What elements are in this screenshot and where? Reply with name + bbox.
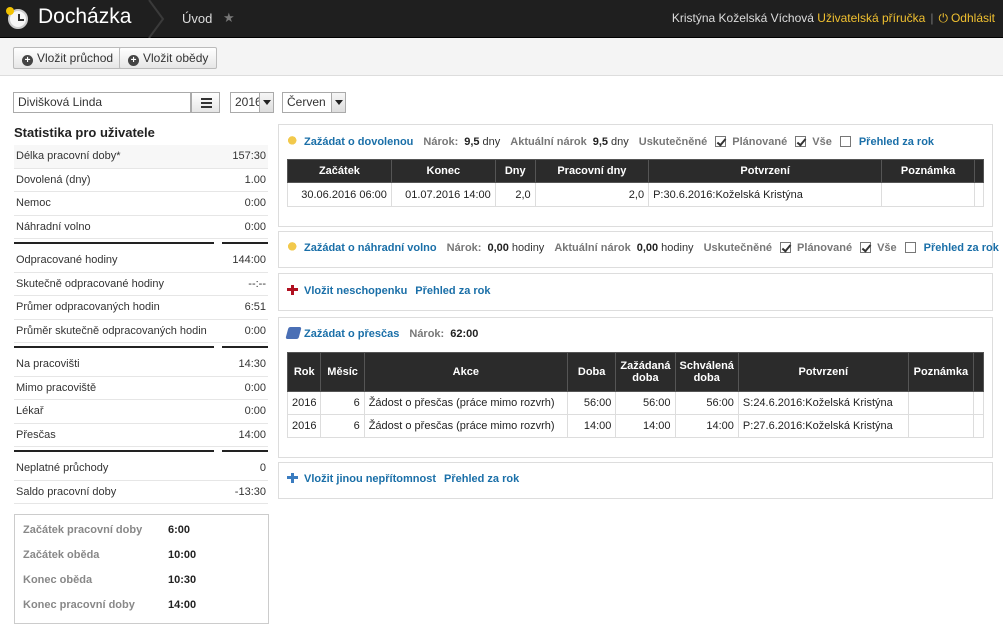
add-sick-leave-link[interactable]: Vložit neschopenku: [304, 285, 407, 297]
overtime-table: Rok Měsíc Akce Doba Zažádaná doba Schvál…: [286, 352, 984, 438]
user-name: Kristýna Koželská Víchová: [671, 11, 814, 25]
stat-row: Průmer odpracovaných hodin 6:51: [14, 296, 268, 320]
stats-table: Délka pracovní doby* 157:30 Dovolená (dny…: [14, 145, 268, 504]
other-year-overview-link[interactable]: Přehled za rok: [444, 473, 519, 485]
stats-title: Statistika pro uživatele: [14, 125, 155, 140]
sick-leave-header: Vložit neschopenku Přehled za rok: [287, 284, 491, 297]
add-lunch-button[interactable]: + Vložit obědy: [119, 47, 218, 69]
column-header[interactable]: Dny: [494, 159, 536, 183]
year-select[interactable]: 2016: [230, 92, 274, 113]
toolbar: + Vložit průchod + Vložit obědy: [0, 38, 1003, 76]
other-absence-panel: Vložit jinou nepřítomnost Přehled za rok: [278, 462, 993, 499]
plus-icon: +: [128, 55, 139, 66]
chevron-down-icon: [259, 93, 273, 112]
logout-link[interactable]: Odhlásit: [951, 11, 995, 25]
column-header[interactable]: Pracovní dny: [534, 159, 650, 183]
column-header[interactable]: Konec: [390, 159, 496, 183]
column-header[interactable]: Zažádaná doba: [615, 352, 676, 392]
stat-row: Neplatné průchody 0: [14, 457, 268, 481]
overtime-header: Zažádat o přesčas Nárok: 62:00: [285, 327, 478, 340]
column-header[interactable]: Akce: [363, 352, 568, 392]
sick-leave-panel: Vložit neschopenku Přehled za rok: [278, 273, 993, 311]
work-times-box: Začátek pracovní doby 6:00 Začátek oběda 1…: [14, 514, 269, 624]
column-header[interactable]: Poznámka: [907, 352, 975, 392]
request-overtime-link[interactable]: Zažádat o přesčas: [304, 328, 399, 340]
power-icon[interactable]: ⏻: [938, 11, 948, 25]
stat-row: Mimo pracoviště 0:00: [14, 377, 268, 400]
stat-row: Odpracované hodiny 144:00: [14, 249, 268, 273]
star-icon[interactable]: ★: [223, 10, 235, 26]
request-comp-leave-link[interactable]: Zažádat o náhradní volno: [304, 242, 437, 254]
column-header[interactable]: Měsíc: [320, 352, 365, 392]
table-row[interactable]: 30.06.2016 06:00 01.07.2016 14:00 2,0 2,…: [287, 182, 985, 207]
vacation-panel: Zažádat o dovolenou Nárok: 9,5 dny Aktuální …: [278, 124, 993, 227]
table-row[interactable]: 2016 6 Žádost o přesčas (práce mimo rozv…: [286, 391, 984, 415]
work-time-row: Začátek pracovní doby 6:00: [23, 524, 191, 536]
sun-icon: [287, 241, 300, 253]
column-header[interactable]: Začátek: [287, 159, 392, 183]
request-vacation-link[interactable]: Zažádat o dovolenou: [304, 136, 413, 148]
stat-row: Lékař 0:00: [14, 400, 268, 424]
employee-list-button[interactable]: [191, 92, 220, 113]
chevron-down-icon: [331, 93, 345, 112]
column-header[interactable]: Rok: [286, 352, 322, 392]
user-area: Kristýna Koželská Víchová Uživatelská př…: [671, 11, 995, 25]
stat-row: Skutečně odpracované hodiny --:--: [14, 273, 268, 296]
stat-row: Délka pracovní doby* 157:30: [14, 145, 268, 169]
all-checkbox[interactable]: [904, 242, 916, 253]
divider: [14, 346, 268, 352]
column-header[interactable]: Doba: [566, 352, 617, 392]
plus-icon: +: [22, 55, 33, 66]
planned-checkbox[interactable]: [860, 242, 872, 253]
stat-row: Průměr skutečně odpracovaných hodin 0:00: [14, 320, 268, 343]
comp-leave-header: Zažádat o náhradní volno Nárok: 0,00 hodiny…: [287, 241, 999, 254]
clock-logo-icon: [6, 7, 28, 29]
vacation-header: Zažádat o dovolenou Nárok: 9,5 dny Aktuální …: [287, 135, 934, 148]
stat-row: Saldo pracovní doby -13:30: [14, 481, 268, 504]
manual-link[interactable]: Uživatelská příručka: [817, 11, 925, 25]
other-absence-header: Vložit jinou nepřítomnost Přehled za rok: [287, 472, 519, 485]
sick-year-overview-link[interactable]: Přehled za rok: [415, 285, 490, 297]
column-header[interactable]: Potvrzení: [648, 159, 883, 183]
comp-leave-panel: Zažádat o náhradní volno Nárok: 0,00 hodiny…: [278, 231, 999, 268]
work-time-row: Konec pracovní doby 14:00: [23, 599, 197, 611]
done-checkbox[interactable]: [780, 242, 792, 253]
divider: [14, 450, 268, 456]
work-time-row: Začátek oběda 10:00: [23, 549, 197, 561]
column-header[interactable]: Schválená doba: [674, 352, 739, 392]
overtime-panel: Zažádat o přesčas Nárok: 62:00 Rok Měsíc A…: [278, 317, 993, 458]
table-row[interactable]: 2016 6 Žádost o přesčas (práce mimo rozv…: [286, 414, 984, 438]
all-checkbox[interactable]: [839, 136, 851, 147]
medical-cross-icon: [287, 284, 300, 296]
column-header[interactable]: Poznámka: [881, 159, 975, 183]
employee-input[interactable]: Divišková Linda: [13, 92, 191, 113]
vacation-year-overview-link[interactable]: Přehled za rok: [859, 136, 934, 148]
comp-leave-year-overview-link[interactable]: Přehled za rok: [924, 242, 999, 254]
calendar-icon: [285, 327, 302, 339]
plus-icon: [287, 472, 300, 484]
column-header[interactable]: Potvrzení: [737, 352, 909, 392]
vacation-table: Začátek Konec Dny Pracovní dny Potvrzení…: [287, 159, 985, 207]
top-bar: Docházka Úvod ★ Kristýna Koželská Víchov…: [0, 0, 1003, 38]
planned-checkbox[interactable]: [795, 136, 807, 147]
app-title[interactable]: Docházka: [38, 5, 131, 29]
divider: [14, 242, 268, 248]
month-select[interactable]: Červen: [282, 92, 346, 113]
stat-row: Dovolená (dny) 1.00: [14, 169, 268, 192]
sun-icon: [287, 135, 300, 147]
done-checkbox[interactable]: [715, 136, 727, 147]
stat-row: Přesčas 14:00: [14, 424, 268, 447]
stat-row: Nemoc 0:00: [14, 192, 268, 216]
add-passage-button[interactable]: + Vložit průchod: [13, 47, 123, 69]
work-time-row: Konec oběda 10:30: [23, 574, 197, 586]
add-other-absence-link[interactable]: Vložit jinou nepřítomnost: [304, 473, 436, 485]
stat-row: Náhradní volno 0:00: [14, 216, 268, 239]
stat-row: Na pracovišti 14:30: [14, 353, 268, 377]
breadcrumb-chevron-icon: [148, 0, 165, 38]
nav-item-home[interactable]: Úvod: [182, 11, 212, 26]
